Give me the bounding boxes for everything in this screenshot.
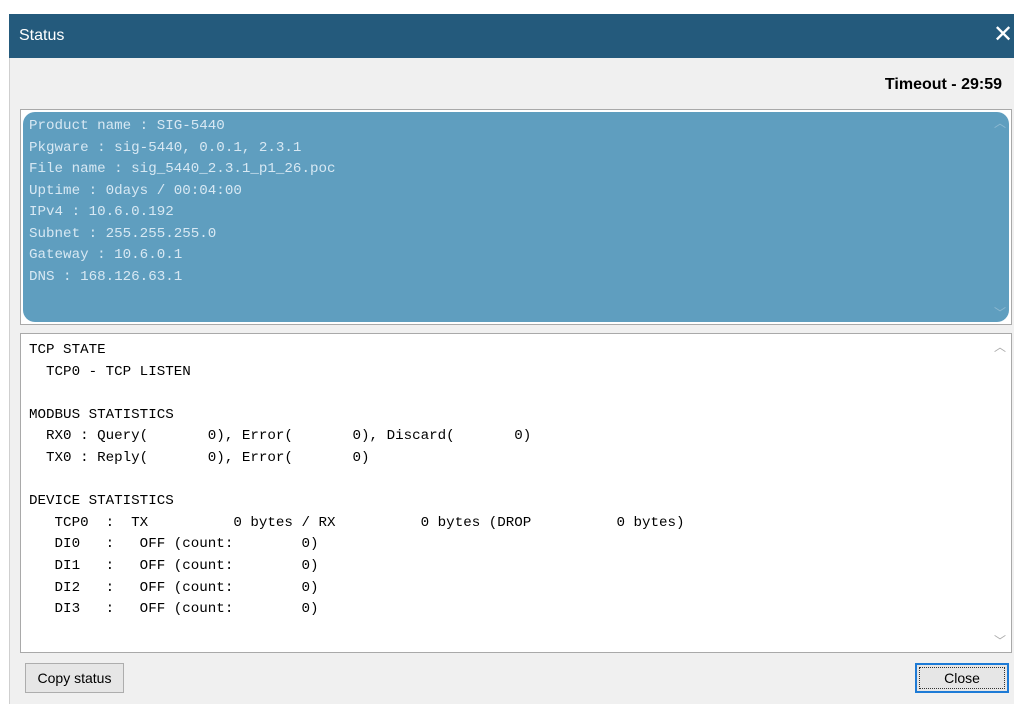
chevron-down-icon[interactable]: ﹀ (993, 634, 1007, 648)
statistics-text: TCP STATE TCP0 - TCP LISTEN MODBUS STATI… (29, 340, 685, 621)
status-dialog: Timeout - 29:59 Product name : SIG-5440 … (9, 58, 1014, 704)
timeout-label: Timeout - 29:59 (884, 76, 1002, 93)
device-info-text: Product name : SIG-5440 Pkgware : sig-54… (29, 116, 336, 288)
close-icon[interactable]: ✕ (992, 22, 1014, 50)
text-line: TCP STATE (29, 342, 106, 358)
title-bar: Status ✕ (9, 14, 1014, 58)
text-line: Pkgware : sig-5440, 0.0.1, 2.3.1 (29, 139, 302, 156)
text-line: File name : sig_5440_2.3.1_p1_26.poc (29, 161, 336, 177)
text-line: Gateway : 10.6.0.1 (29, 247, 183, 263)
text-line: DI2 : OFF (count: 0) (29, 579, 319, 596)
text-line: DI1 : OFF (count: 0) (29, 557, 319, 574)
text-line: Subnet : 255.255.255.0 (29, 225, 217, 242)
text-line: DI3 : OFF (count: 0) (29, 601, 319, 618)
text-line: Uptime : 0days / 00:04:00 (29, 182, 242, 199)
copy-status-button[interactable]: Copy status (25, 663, 124, 693)
device-info-textbox[interactable]: Product name : SIG-5440 Pkgware : sig-54… (20, 109, 1012, 325)
text-line: MODBUS STATISTICS (29, 406, 174, 423)
statistics-textbox[interactable]: TCP STATE TCP0 - TCP LISTEN MODBUS STATI… (20, 333, 1012, 653)
text-line: DNS : 168.126.63.1 (29, 268, 183, 285)
text-line: RX0 : Query( 0), Error( 0), Discard( 0) (29, 428, 532, 445)
chevron-up-icon[interactable]: ︿ (993, 116, 1007, 130)
chevron-up-icon[interactable]: ︿ (993, 340, 1007, 354)
window-title: Status (19, 27, 65, 44)
text-line: Product name : SIG-5440 (29, 118, 225, 134)
text-line: DEVICE STATISTICS (29, 493, 174, 510)
close-button[interactable]: Close (915, 663, 1009, 693)
chevron-down-icon[interactable]: ﹀ (993, 306, 1007, 320)
text-line: TX0 : Reply( 0), Error( 0) (29, 449, 370, 466)
text-line: IPv4 : 10.6.0.192 (29, 204, 174, 220)
text-line: TCP0 : TX 0 bytes / RX 0 bytes (DROP 0 b… (29, 514, 685, 531)
text-line: TCP0 - TCP LISTEN (29, 363, 191, 380)
text-line: DI0 : OFF (count: 0) (29, 536, 319, 553)
